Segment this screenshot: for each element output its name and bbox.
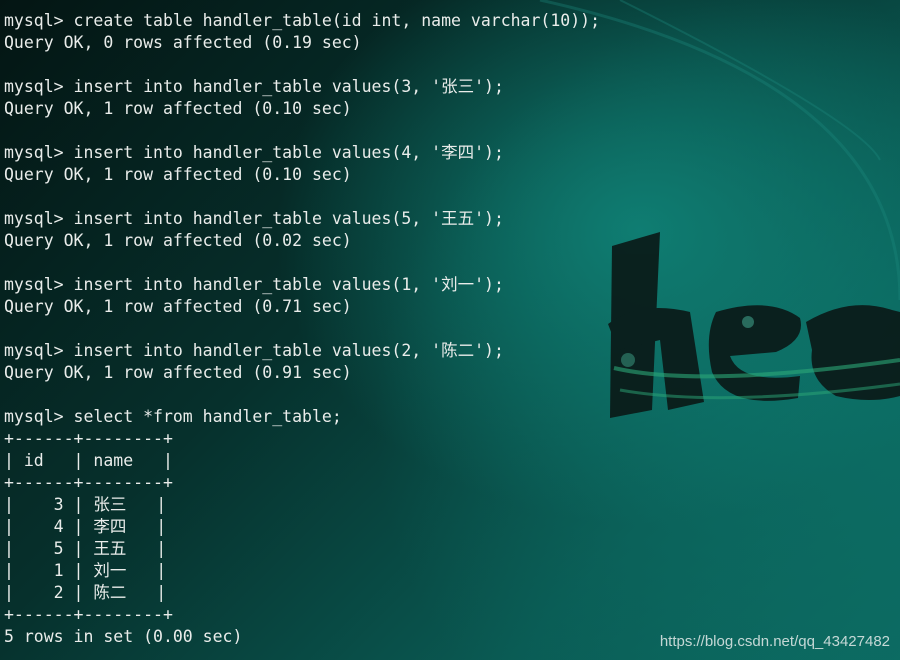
table-border: +------+--------+ (4, 605, 173, 624)
terminal-line: Query OK, 1 row affected (0.71 sec) (4, 297, 352, 316)
wallpaper-logo (608, 232, 900, 418)
terminal-output: mysql> create table handler_table(id int… (4, 10, 600, 648)
table-row: | 2 | 陈二 | (4, 583, 167, 602)
terminal-line: mysql> select *from handler_table; (4, 407, 342, 426)
terminal-line: mysql> insert into handler_table values(… (4, 143, 504, 162)
terminal-line: mysql> insert into handler_table values(… (4, 341, 504, 360)
wallpaper-arc (619, 0, 881, 161)
table-border: +------+--------+ (4, 429, 173, 448)
terminal-line: Query OK, 1 row affected (0.10 sec) (4, 99, 352, 118)
table-row: | 1 | 刘一 | (4, 561, 167, 580)
terminal-line: mysql> insert into handler_table values(… (4, 275, 504, 294)
table-row: | 4 | 李四 | (4, 517, 167, 536)
table-row: | 3 | 张三 | (4, 495, 167, 514)
terminal-line: Query OK, 1 row affected (0.91 sec) (4, 363, 352, 382)
terminal-line: mysql> insert into handler_table values(… (4, 77, 504, 96)
table-row: | 5 | 王五 | (4, 539, 167, 558)
terminal-line: 5 rows in set (0.00 sec) (4, 627, 243, 646)
table-header-row: | id | name | (4, 451, 173, 470)
terminal-line: mysql> insert into handler_table values(… (4, 209, 504, 228)
terminal-line: Query OK, 0 rows affected (0.19 sec) (4, 33, 362, 52)
watermark-url: https://blog.csdn.net/qq_43427482 (659, 633, 890, 650)
terminal-line: Query OK, 1 row affected (0.10 sec) (4, 165, 352, 184)
terminal-line: Query OK, 1 row affected (0.02 sec) (4, 231, 352, 250)
terminal-line: mysql> create table handler_table(id int… (4, 11, 601, 30)
table-border: +------+--------+ (4, 473, 173, 492)
